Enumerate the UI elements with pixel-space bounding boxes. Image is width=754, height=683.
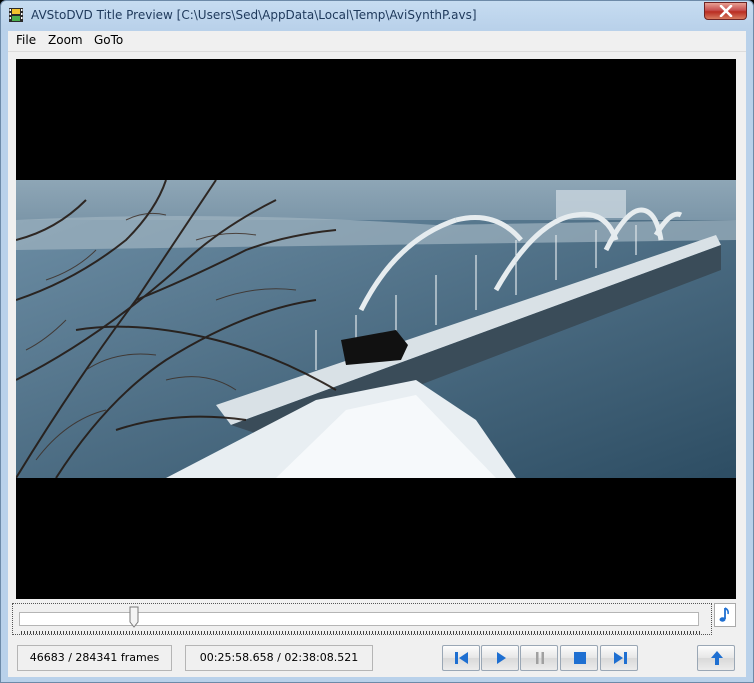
stop-button[interactable] [560,645,598,671]
video-frame [16,180,736,478]
time-counter: 00:25:58.658 / 02:38:08.521 [185,645,373,671]
seek-ticks [21,631,701,634]
seek-bar-area[interactable] [12,603,712,635]
step-forward-button[interactable] [600,645,638,671]
menu-goto[interactable]: GoTo [94,33,123,47]
client-area: File Zoom GoTo 46683 / 284341 frames 00:… [8,31,746,677]
close-icon [719,5,733,17]
film-icon [9,8,23,22]
menu-file[interactable]: File [16,33,36,47]
title-bar[interactable]: AVStoDVD Title Preview [C:\Users\Sed\App… [1,1,753,31]
close-button[interactable] [704,2,747,20]
window-title: AVStoDVD Title Preview [C:\Users\Sed\App… [31,8,477,22]
pause-button[interactable] [520,645,558,671]
stop-icon [574,652,586,664]
video-preview [16,59,736,599]
menu-zoom[interactable]: Zoom [48,33,83,47]
pause-icon [536,652,544,664]
music-note-icon [719,607,729,622]
audio-button[interactable] [714,603,736,627]
step-back-button[interactable] [442,645,480,671]
menu-bar: File Zoom GoTo [8,31,746,52]
play-icon [497,652,506,664]
step-back-icon [455,652,468,664]
eject-button[interactable] [697,645,735,671]
frame-counter: 46683 / 284341 frames [17,645,172,671]
preview-window: AVStoDVD Title Preview [C:\Users\Sed\App… [0,0,754,683]
seek-track[interactable] [19,612,699,626]
play-button[interactable] [481,645,519,671]
seek-thumb[interactable] [129,606,139,628]
step-forward-icon [614,652,627,664]
eject-icon [711,651,723,665]
